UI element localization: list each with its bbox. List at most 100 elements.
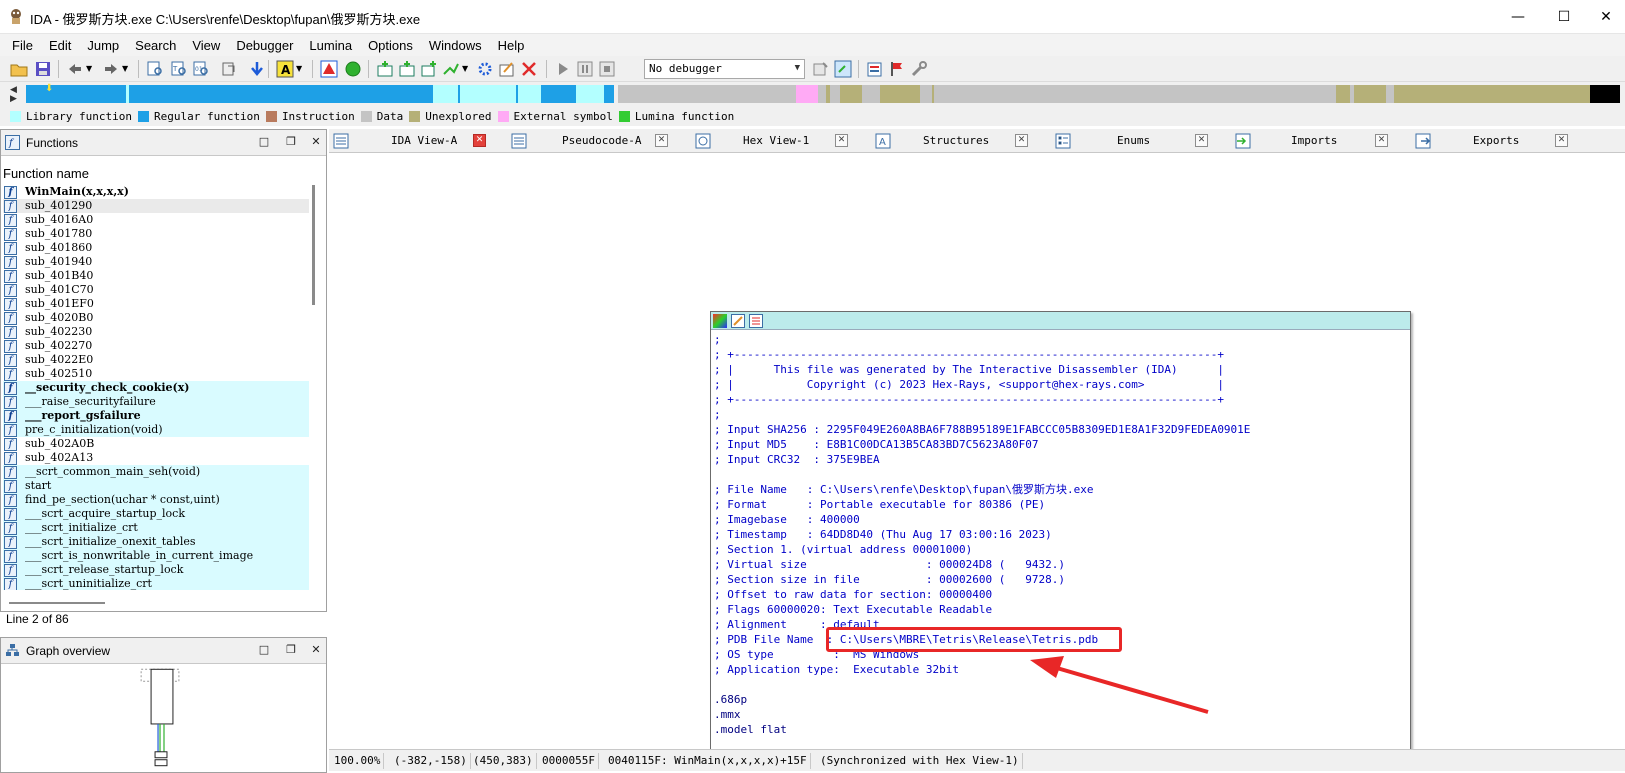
code-line[interactable]: ; Input CRC32 : 375E9BEA bbox=[714, 452, 1409, 467]
forward-icon[interactable] bbox=[102, 60, 120, 78]
add-icon[interactable] bbox=[420, 60, 438, 78]
code-line[interactable]: ; bbox=[714, 407, 1409, 422]
graph-close-icon[interactable]: ✕ bbox=[309, 643, 323, 657]
function-row[interactable]: f ___report_gsfailure bbox=[3, 409, 309, 423]
code-line[interactable]: ; Offset to raw data for section: 000004… bbox=[714, 587, 1409, 602]
code-line[interactable]: ; Input SHA256 : 2295F049E260A8BA6F788B9… bbox=[714, 422, 1409, 437]
function-row[interactable]: f sub_402510 bbox=[3, 367, 309, 381]
color-palette-icon[interactable] bbox=[713, 314, 727, 328]
tab-structures[interactable]: A Structures ✕ bbox=[867, 129, 1047, 153]
menu-lumina[interactable]: Lumina bbox=[301, 38, 360, 53]
function-row[interactable]: f ___raise_securityfailure bbox=[3, 395, 309, 409]
function-row[interactable]: f ___scrt_initialize_crt bbox=[3, 521, 309, 535]
tab-exports[interactable]: Exports ✕ bbox=[1407, 129, 1587, 153]
tab-close-icon[interactable]: ✕ bbox=[1015, 134, 1028, 147]
menu-edit[interactable]: Edit bbox=[41, 38, 79, 53]
function-row[interactable]: f sub_4016A0 bbox=[3, 213, 309, 227]
code-line[interactable] bbox=[714, 467, 1409, 482]
tools-icon[interactable] bbox=[910, 60, 928, 78]
tab-enums[interactable]: Enums ✕ bbox=[1047, 129, 1227, 153]
warning-icon[interactable] bbox=[320, 60, 338, 78]
jump-icon[interactable] bbox=[220, 60, 238, 78]
code-line[interactable]: ; Input MD5 : E8B1C00DCA13B5CA83BD7C5623… bbox=[714, 437, 1409, 452]
navigation-bar[interactable] bbox=[26, 85, 1620, 103]
function-row[interactable]: f sub_401290 bbox=[3, 199, 309, 213]
go-down-icon[interactable] bbox=[248, 60, 266, 78]
functions-horizontal-scrollbar[interactable] bbox=[9, 602, 105, 604]
function-row[interactable]: f sub_4020B0 bbox=[3, 311, 309, 325]
code-line[interactable]: .model flat bbox=[714, 722, 1409, 737]
tab-close-icon[interactable]: ✕ bbox=[835, 134, 848, 147]
functions-vertical-scrollbar[interactable] bbox=[312, 185, 315, 305]
pause-icon[interactable] bbox=[576, 60, 594, 78]
code-line[interactable]: ; | This file was generated by The Inter… bbox=[714, 362, 1409, 377]
function-row[interactable]: f find_pe_section(uchar * const,uint) bbox=[3, 493, 309, 507]
function-row[interactable]: f sub_402A0B bbox=[3, 437, 309, 451]
function-row[interactable]: f ___scrt_uninitialize_crt bbox=[3, 577, 309, 590]
open-icon[interactable] bbox=[10, 60, 28, 78]
run-icon[interactable] bbox=[554, 60, 572, 78]
green-circle-icon[interactable] bbox=[344, 60, 362, 78]
tab-hex-view-1[interactable]: Hex View-1 ✕ bbox=[687, 129, 867, 153]
function-list[interactable]: f WinMain(x,x,x,x) f sub_401290 f sub_4016A0 f… bbox=[3, 185, 309, 590]
function-row[interactable]: f __scrt_common_main_seh(void) bbox=[3, 465, 309, 479]
nav-right-icon[interactable]: ▶ bbox=[10, 94, 24, 104]
function-row[interactable]: f __security_check_cookie(x) bbox=[3, 381, 309, 395]
flag-icon[interactable] bbox=[888, 60, 906, 78]
menu-jump[interactable]: Jump bbox=[79, 38, 127, 53]
save-icon[interactable] bbox=[34, 60, 52, 78]
tab-close-icon[interactable]: ✕ bbox=[1555, 134, 1568, 147]
struct-icon[interactable] bbox=[442, 60, 460, 78]
panel-close-icon[interactable]: ✕ bbox=[309, 135, 323, 149]
menu-view[interactable]: View bbox=[184, 38, 228, 53]
graph-float-icon[interactable]: ❐ bbox=[284, 643, 298, 657]
function-row[interactable]: f sub_402270 bbox=[3, 339, 309, 353]
menu-help[interactable]: Help bbox=[490, 38, 533, 53]
close-button[interactable]: ✕ bbox=[1587, 0, 1625, 34]
code-line[interactable]: ; Imagebase : 400000 bbox=[714, 512, 1409, 527]
function-row[interactable]: f ___scrt_acquire_startup_lock bbox=[3, 507, 309, 521]
detach-icon[interactable] bbox=[834, 60, 852, 78]
tab-close-icon[interactable]: ✕ bbox=[473, 134, 486, 147]
edit-icon[interactable] bbox=[498, 60, 516, 78]
function-row[interactable]: f WinMain(x,x,x,x) bbox=[3, 185, 309, 199]
code-line[interactable]: ; Section size in file : 00002600 ( 9728… bbox=[714, 572, 1409, 587]
code-line[interactable]: ; +-------------------------------------… bbox=[714, 347, 1409, 362]
menu-windows[interactable]: Windows bbox=[421, 38, 490, 53]
code-line[interactable]: ; Section 1. (virtual address 00001000) bbox=[714, 542, 1409, 557]
debugger-select[interactable]: No debugger ▼ bbox=[644, 59, 805, 79]
code-line[interactable]: ; Timestamp : 64DD8D40 (Thu Aug 17 03:00… bbox=[714, 527, 1409, 542]
code-line[interactable]: ; Flags 60000020: Text Executable Readab… bbox=[714, 602, 1409, 617]
function-row[interactable]: f sub_401940 bbox=[3, 255, 309, 269]
navigation-band[interactable]: ◀ ▶ ⬇ bbox=[0, 82, 1625, 106]
menu-debugger[interactable]: Debugger bbox=[228, 38, 301, 53]
function-row[interactable]: f sub_402A13 bbox=[3, 451, 309, 465]
graph-overview-canvas[interactable] bbox=[1, 664, 326, 769]
menu-search[interactable]: Search bbox=[127, 38, 184, 53]
function-row[interactable]: f sub_401780 bbox=[3, 227, 309, 241]
mark-icon[interactable]: A bbox=[276, 60, 294, 78]
code-line[interactable]: ; Format : Portable executable for 80386… bbox=[714, 497, 1409, 512]
function-row[interactable]: f ___scrt_initialize_onexit_tables bbox=[3, 535, 309, 549]
tab-pseudocode-a[interactable]: Pseudocode-A ✕ bbox=[507, 129, 687, 153]
function-row[interactable]: f ___scrt_is_nonwritable_in_current_image bbox=[3, 549, 309, 563]
minimize-button[interactable]: — bbox=[1495, 0, 1541, 34]
tab-imports[interactable]: Imports ✕ bbox=[1227, 129, 1407, 153]
function-row[interactable]: f ___scrt_release_startup_lock bbox=[3, 563, 309, 577]
gear-icon[interactable] bbox=[476, 60, 494, 78]
code-line[interactable]: ; Virtual size : 000024D8 ( 9432.) bbox=[714, 557, 1409, 572]
tab-close-icon[interactable]: ✕ bbox=[655, 134, 668, 147]
attach-icon[interactable] bbox=[812, 60, 830, 78]
function-row[interactable]: f sub_402230 bbox=[3, 325, 309, 339]
back-icon[interactable] bbox=[66, 60, 84, 78]
code-line[interactable]: ; File Name : C:\Users\renfe\Desktop\fup… bbox=[714, 482, 1409, 497]
function-row[interactable]: f pre_c_initialization(void) bbox=[3, 423, 309, 437]
function-row[interactable]: f start bbox=[3, 479, 309, 493]
function-new-icon[interactable] bbox=[376, 60, 394, 78]
find-binary-icon[interactable]: 01 bbox=[192, 60, 210, 78]
code-line[interactable]: ; | Copyright (c) 2023 Hex-Rays, <suppor… bbox=[714, 377, 1409, 392]
find-text-icon[interactable]: T bbox=[170, 60, 188, 78]
menu-options[interactable]: Options bbox=[360, 38, 421, 53]
stop-icon[interactable] bbox=[598, 60, 616, 78]
edit-graph-icon[interactable] bbox=[731, 314, 745, 328]
